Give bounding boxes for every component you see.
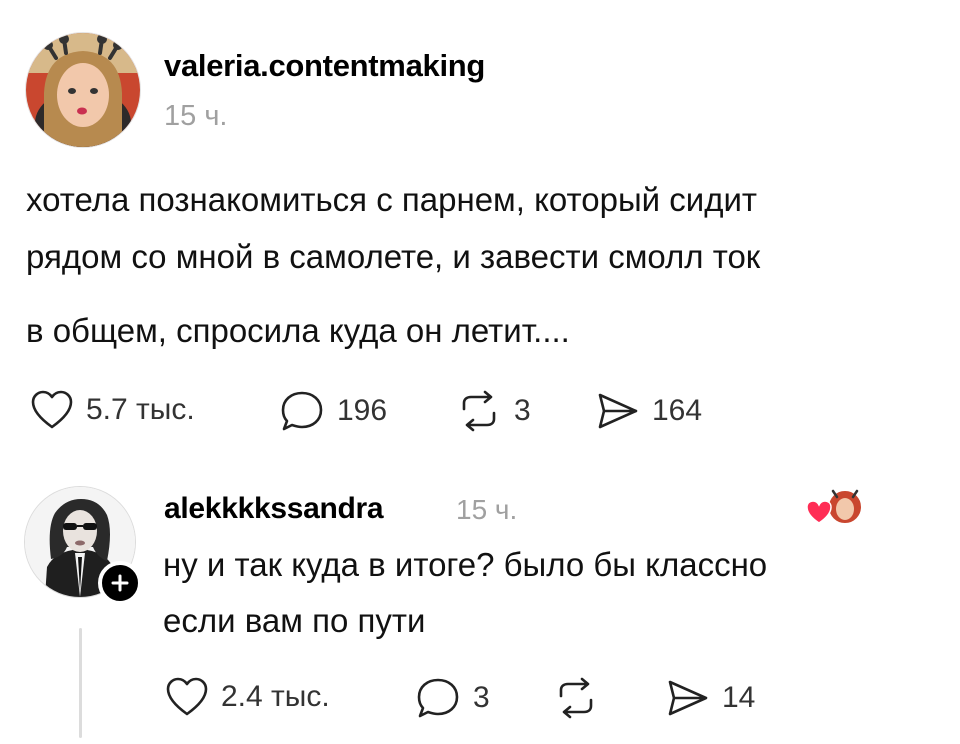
reply-share-count: 14 bbox=[722, 681, 756, 714]
reply-author-name[interactable]: alekkkkssandra bbox=[164, 492, 384, 526]
comment-count: 196 bbox=[337, 394, 388, 427]
author-avatar[interactable] bbox=[25, 32, 141, 148]
post-text-line: хотела познакомиться с парнем, который с… bbox=[26, 181, 758, 218]
heart-filled-icon bbox=[806, 500, 832, 524]
speech-bubble-icon bbox=[281, 391, 323, 431]
reply-text-line: если вам по пути bbox=[163, 602, 426, 639]
heart-outline-icon bbox=[166, 677, 208, 716]
speech-bubble-icon bbox=[417, 678, 459, 718]
reply-comment-count: 3 bbox=[473, 681, 490, 714]
repost-arrows-icon bbox=[559, 677, 593, 719]
share-count: 164 bbox=[652, 394, 703, 427]
reply-repost-button[interactable] bbox=[553, 676, 611, 720]
post-text-line: рядом со мной в самолете, и завести смол… bbox=[26, 238, 761, 275]
post-text-line: в общем, спросила куда он летит.... bbox=[26, 312, 570, 349]
comment-button[interactable]: 196 bbox=[279, 389, 387, 433]
reply-share-button[interactable]: 14 bbox=[664, 676, 755, 720]
reply-like-button[interactable]: 2.4 тыс. bbox=[165, 676, 330, 718]
share-button[interactable]: 164 bbox=[594, 389, 702, 433]
repost-button[interactable]: 3 bbox=[456, 389, 531, 433]
paper-plane-icon bbox=[668, 680, 708, 716]
like-button[interactable]: 5.7 тыс. bbox=[30, 389, 195, 431]
heart-outline-icon bbox=[31, 390, 73, 429]
avatar-photo bbox=[26, 33, 140, 147]
reply-text-line: ну и так куда в итоге? было бы классно bbox=[163, 546, 768, 583]
repost-count: 3 bbox=[514, 394, 531, 427]
reply-like-count: 2.4 тыс. bbox=[221, 680, 330, 713]
repost-arrows-icon bbox=[462, 390, 496, 432]
reply-timestamp: 15 ч. bbox=[456, 494, 518, 525]
liked-by-author-indicator bbox=[805, 489, 865, 529]
reply-comment-button[interactable]: 3 bbox=[415, 676, 490, 720]
like-count: 5.7 тыс. bbox=[86, 393, 195, 426]
liked-by-author-avatar bbox=[806, 489, 863, 525]
follow-button[interactable] bbox=[98, 561, 142, 605]
thread-line bbox=[79, 628, 82, 738]
post-timestamp: 15 ч. bbox=[164, 100, 228, 132]
plus-icon bbox=[111, 574, 129, 592]
post-author-name[interactable]: valeria.contentmaking bbox=[164, 48, 485, 84]
paper-plane-icon bbox=[598, 393, 638, 429]
